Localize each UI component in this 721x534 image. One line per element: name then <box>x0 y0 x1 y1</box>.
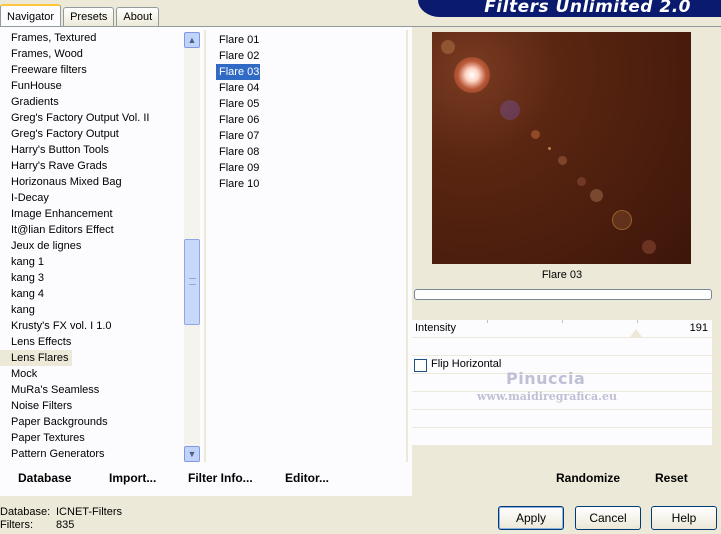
apply-button[interactable]: Apply <box>498 506 564 530</box>
reset-button[interactable]: Reset <box>655 471 688 485</box>
status-area: Database: ICNET-Filters Filters: 835 <box>0 506 122 532</box>
slider-tick <box>487 320 488 323</box>
category-item[interactable]: Frames, Wood <box>0 46 183 62</box>
category-item[interactable]: Pattern Generators <box>0 446 183 462</box>
flare-ring <box>558 156 567 165</box>
category-item[interactable]: Freeware filters <box>0 62 183 78</box>
filter-item[interactable]: Flare 10 <box>216 176 260 192</box>
category-item[interactable]: Lens Flares <box>0 350 73 366</box>
scroll-thumb[interactable] <box>184 239 200 325</box>
filters-count-label: Filters: <box>0 519 33 531</box>
flare-ring <box>642 240 656 254</box>
category-item[interactable]: Image Enhancement <box>0 206 183 222</box>
flare-ring <box>612 210 632 230</box>
database-status-value: ICNET-Filters <box>56 506 122 518</box>
param-row-empty <box>412 428 712 446</box>
category-item[interactable]: Paper Backgrounds <box>0 414 183 430</box>
filter-item[interactable]: Flare 07 <box>216 128 260 144</box>
flare-ring <box>590 189 603 202</box>
category-item[interactable]: FunHouse <box>0 78 183 94</box>
tab-presets[interactable]: Presets <box>63 7 115 26</box>
param-row-empty <box>412 410 712 428</box>
database-button[interactable]: Database <box>18 471 71 485</box>
filter-item[interactable]: Flare 05 <box>216 96 260 112</box>
progress-bar <box>414 289 712 300</box>
category-item[interactable]: Harry's Rave Grads <box>0 158 183 174</box>
category-item[interactable]: Lens Effects <box>0 334 183 350</box>
filter-item[interactable]: Flare 04 <box>216 80 260 96</box>
slider-tick <box>562 320 563 323</box>
filter-item[interactable]: Flare 09 <box>216 160 260 176</box>
import-button[interactable]: Import... <box>109 471 156 485</box>
preview-image <box>432 32 691 264</box>
filters-count-value: 835 <box>56 519 75 531</box>
category-item[interactable]: I-Decay <box>0 190 183 206</box>
category-item[interactable]: kang 3 <box>0 270 183 286</box>
main-panel: Frames, Textured Frames, Wood Freeware fil… <box>0 26 721 497</box>
category-item[interactable]: It@lian Editors Effect <box>0 222 183 238</box>
preview-caption: Flare 03 <box>541 269 583 281</box>
flare-ring <box>548 147 551 150</box>
intensity-label: Intensity <box>415 322 456 334</box>
category-item[interactable]: Gradients <box>0 94 183 110</box>
database-status-label: Database: <box>0 506 51 518</box>
category-item[interactable]: Horizonaus Mixed Bag <box>0 174 183 190</box>
filter-item[interactable]: Flare 03 <box>216 64 260 80</box>
title-banner: Filters Unlimited 2.0 <box>418 0 721 17</box>
divider <box>204 30 206 462</box>
filter-item[interactable]: Flare 08 <box>216 144 260 160</box>
randomize-button[interactable]: Randomize <box>556 471 620 485</box>
intensity-row[interactable]: Intensity 191 <box>412 320 712 338</box>
tab-strip: Navigator Presets About <box>0 4 161 26</box>
category-item[interactable]: Jeux de lignes <box>0 238 183 254</box>
category-scrollbar[interactable]: ▲ ▼ <box>184 32 200 462</box>
flare-ring <box>531 130 540 139</box>
category-item[interactable]: kang <box>0 302 183 318</box>
intensity-slider[interactable] <box>487 320 638 324</box>
banner-title: Filters Unlimited 2.0 <box>484 0 691 17</box>
category-list[interactable]: Frames, Textured Frames, Wood Freeware fil… <box>0 30 183 462</box>
filter-info-button[interactable]: Filter Info... <box>188 471 253 485</box>
category-item[interactable]: kang 4 <box>0 286 183 302</box>
flare-ring <box>441 40 455 54</box>
divider <box>406 30 408 462</box>
flare-ring <box>500 100 520 120</box>
filter-item[interactable]: Flare 01 <box>216 32 260 48</box>
filter-list[interactable]: Flare 01 Flare 02 Flare 03 Flare 04 Flare 05… <box>216 32 396 192</box>
flip-horizontal-checkbox[interactable] <box>414 359 427 372</box>
category-item[interactable]: Harry's Button Tools <box>0 142 183 158</box>
slider-tick <box>637 320 638 323</box>
category-item[interactable]: Greg's Factory Output <box>0 126 183 142</box>
cancel-button[interactable]: Cancel <box>575 506 641 530</box>
intensity-value: 191 <box>689 322 708 334</box>
filter-item[interactable]: Flare 02 <box>216 48 260 64</box>
flip-horizontal-label: Flip Horizontal <box>431 358 502 370</box>
help-button[interactable]: Help <box>651 506 717 530</box>
category-item[interactable]: kang 1 <box>0 254 183 270</box>
editor-button[interactable]: Editor... <box>285 471 329 485</box>
scroll-up-button[interactable]: ▲ <box>184 32 200 48</box>
grip-icon <box>189 278 196 285</box>
watermark-url: www.maidiregrafica.eu <box>477 390 618 403</box>
category-item[interactable]: Greg's Factory Output Vol. II <box>0 110 183 126</box>
slider-thumb[interactable] <box>630 329 642 337</box>
tab-navigator[interactable]: Navigator <box>0 4 62 26</box>
category-item[interactable]: Noise Filters <box>0 398 183 414</box>
tab-about[interactable]: About <box>116 7 160 26</box>
category-item[interactable]: Mock <box>0 366 183 382</box>
scroll-down-button[interactable]: ▼ <box>184 446 200 462</box>
category-item[interactable]: MuRa's Seamless <box>0 382 183 398</box>
category-item[interactable]: Paper Textures <box>0 430 183 446</box>
category-item[interactable]: Frames, Textured <box>0 30 183 46</box>
flare-ring <box>577 177 586 186</box>
filter-item[interactable]: Flare 06 <box>216 112 260 128</box>
category-item[interactable]: Krusty's FX vol. I 1.0 <box>0 318 183 334</box>
watermark-name: Pinuccia <box>506 369 586 388</box>
param-row-empty <box>412 338 712 356</box>
flare-core <box>454 57 490 93</box>
toolbar: Database Import... Filter Info... Editor… <box>0 465 721 493</box>
